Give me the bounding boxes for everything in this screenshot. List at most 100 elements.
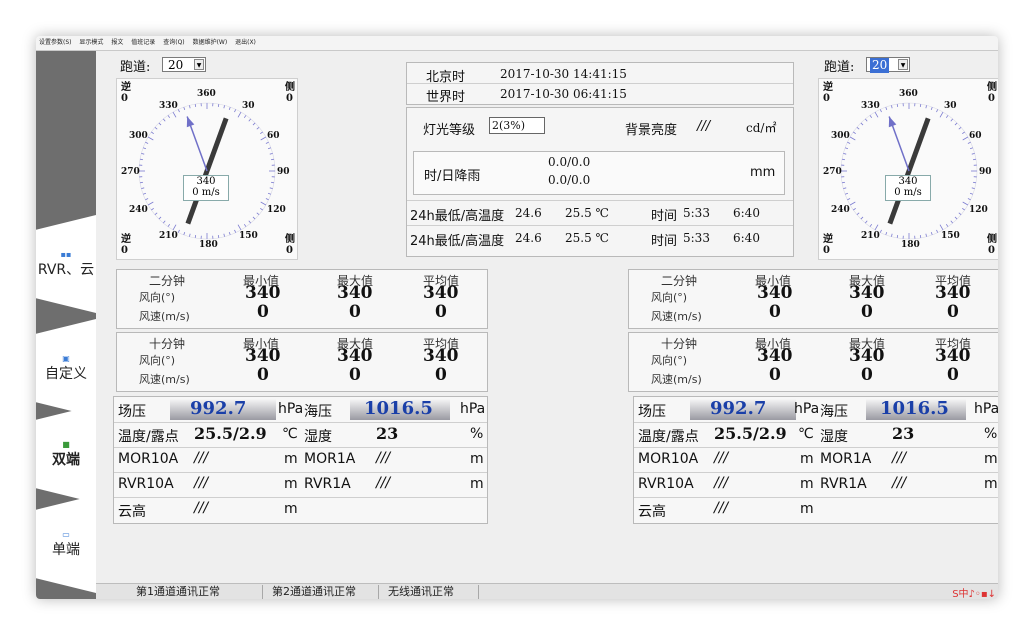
dial-tick [962,201,969,206]
sidebar: ▪▪ RVR、云 ▣ 自定义 ■ 双端 ▭ 单端 [36,51,96,599]
menu-duty-log[interactable]: 值班记录 [131,39,155,46]
dial-corner-bl: 逆 [823,234,833,245]
dial-tick [267,147,272,150]
right-ten-minute-wind: 十分钟 最小值 最大值 平均值 风向(°) 340 340 340 风速(m/s… [628,332,998,392]
temp-humidity-row: 温度/露点 25.5/2.9 ℃ 湿度 23 % [114,422,487,448]
rvr10a-label: RVR10A [638,476,694,492]
dial-corner-br: 侧 [987,234,997,245]
dial-tick [864,118,868,122]
rvr1a-value: /// [892,475,907,491]
status-bar: 第1通道通讯正常 第2通道通讯正常 无线通讯正常 S中♪◦▪↓ [96,583,998,599]
spd-avg-value: 0 [435,365,447,385]
dial-tick [147,201,154,206]
temp-low-time: 5:33 [683,231,710,245]
qnh-label: 海压 [820,404,848,420]
dial-label-120: 120 [969,205,988,215]
dial-label-180: 180 [199,240,218,250]
rain-box: 时/日降雨 0.0/0.0 0.0/0.0 mm [413,151,785,195]
wind-period-title: 二分钟 [149,274,186,288]
sidebar-tab-rvr-cloud[interactable]: ▪▪ RVR、云 [36,215,96,313]
menu-data-maintenance[interactable]: 数据维护(W) [193,39,228,46]
sidebar-tab-single[interactable]: ▭ 单端 [36,495,96,593]
dial-tick [167,224,171,227]
mor-row: MOR10A /// m MOR1A /// m [114,447,487,473]
left-dial-readout: 340 0 m/s [183,175,229,201]
background-brightness-value: /// [697,119,711,134]
dial-tick [194,103,197,108]
mor-row: MOR10A /// m MOR1A /// m [634,447,998,473]
dir-avg-value: 340 [935,283,971,303]
humidity-value: 23 [376,424,399,443]
right-two-minute-wind: 二分钟 最小值 最大值 平均值 风向(°) 340 340 340 风速(m/s… [628,269,998,329]
menu-exit[interactable]: 退出(X) [235,39,256,46]
rvr10a-unit: m [284,476,298,492]
right-runway-value: 20 [870,58,890,73]
dial-tick [950,220,954,224]
temp-divider [407,200,793,201]
dial-tick [260,131,263,135]
qnh-value: 1016.5 [364,398,433,419]
dial-tick [971,153,975,155]
spd-avg-value: 0 [947,302,959,322]
dial-tick [252,216,256,220]
content-area: 跑道: 20 ▼ 逆 0 侧 0 逆 0 侧 0 360 30 60 90 12… [96,51,998,583]
menu-settings[interactable]: 设置参数(S) [39,39,72,46]
dial-corner-tr: 侧 [987,82,997,93]
dir-avg-value: 340 [423,346,459,366]
spd-max-value: 0 [861,365,873,385]
dial-corner-bl-value: 0 [823,245,830,256]
dial-tick [936,109,939,113]
dial-speed-value: 0 m/s [894,187,922,198]
dial-tick [847,141,851,144]
rvr1a-unit: m [470,476,484,492]
left-two-minute-wind: 二分钟 最小值 最大值 平均值 风向(°) 340 340 340 风速(m/s… [116,269,488,329]
dial-tick [172,224,177,231]
wind-speed-label: 风速(m/s) [139,310,190,323]
wind-direction-label: 风向(°) [139,354,176,367]
ime-tray-icon[interactable]: S中♪◦▪↓ [952,585,996,599]
wind-period-title: 二分钟 [661,274,698,288]
pressure-row: 场压 992.7 hPa 海压 1016.5 hPa [114,397,487,423]
dial-tick [269,187,273,189]
dial-tick [962,131,965,135]
dial-corner-tr-value: 0 [286,93,293,104]
menu-query[interactable]: 查询(Q) [163,39,184,46]
right-sensor-table: 场压 992.7 hPa 海压 1016.5 hPa 温度/露点 25.5/2.… [633,396,998,524]
custom-icon: ▣ [62,353,70,363]
dial-tick [154,126,158,130]
dial-corner-tl-value: 0 [121,93,128,104]
dial-tick [158,216,162,220]
humidity-label: 湿度 [304,429,332,445]
sidebar-tab-dual[interactable]: ■ 双端 [36,405,96,503]
dial-label-30: 30 [242,101,255,111]
light-level-field[interactable]: 2(3%) [489,117,545,134]
spd-min-value: 0 [769,365,781,385]
single-icon: ▭ [62,529,70,539]
left-runway-value: 20 [168,58,184,72]
right-runway-select[interactable]: 20 ▼ [866,57,910,73]
wind-direction-label: 风向(°) [139,291,176,304]
temp-high-value: 25.5 ℃ [565,231,609,245]
qfe-value: 992.7 [190,398,247,419]
dial-tick [162,118,166,122]
dial-label-90: 90 [277,167,290,177]
dial-label-300: 300 [129,131,148,141]
sidebar-tab-custom[interactable]: ▣ 自定义 [36,319,96,417]
background-brightness-label: 背景亮度 [625,123,678,138]
menu-report[interactable]: 报文 [111,39,123,46]
left-runway-select[interactable]: 20 ▼ [162,57,206,72]
wind-arrow-head [186,116,195,128]
dial-tick [260,136,267,141]
dial-corner-tr: 侧 [285,82,295,93]
dial-tick [891,105,893,109]
qfe-unit: hPa [278,401,304,417]
dial-tick [158,122,162,126]
dial-tick [269,153,273,155]
rvr10a-value: /// [194,475,209,491]
utc-time-value: 2017-10-30 06:41:15 [500,87,627,101]
dial-label-330: 330 [159,101,178,111]
menu-display-mode[interactable]: 显示模式 [79,39,103,46]
rvr-row: RVR10A /// m RVR1A /// m [634,472,998,498]
dial-tick [853,131,856,135]
dial-tick [265,198,269,201]
